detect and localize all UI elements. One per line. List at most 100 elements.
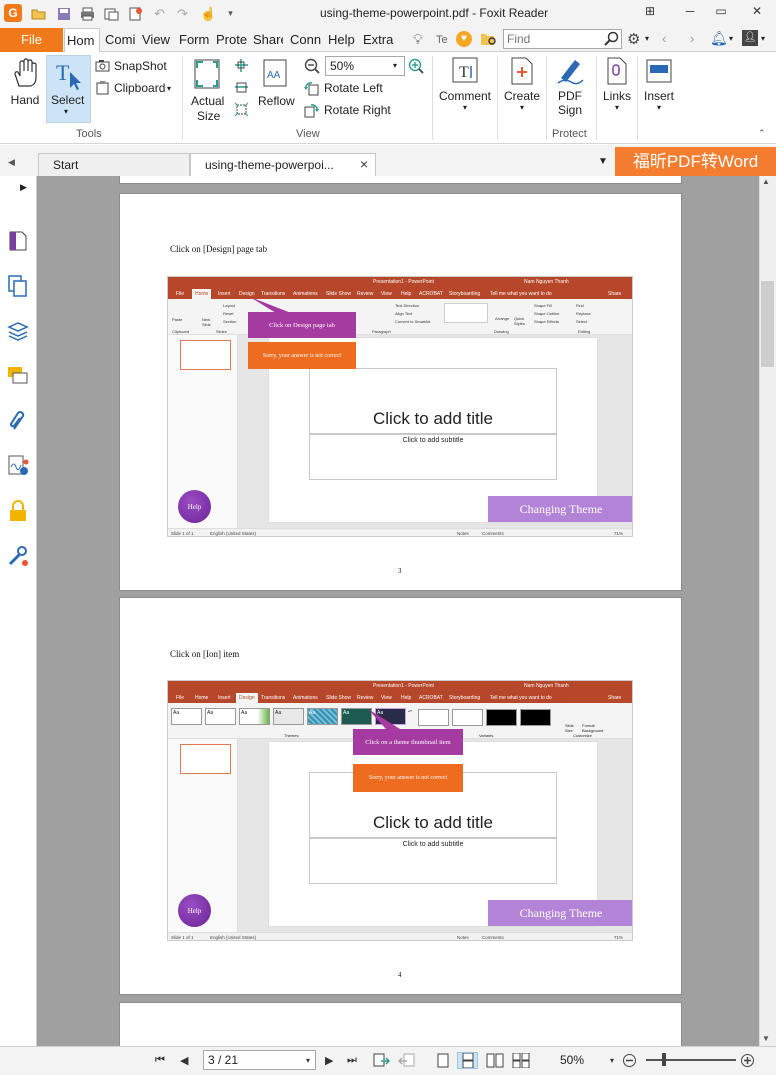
customize-dropdown-icon[interactable]: ▾ (222, 5, 239, 22)
zoom-slider-track[interactable] (646, 1059, 736, 1061)
user-dropdown-icon[interactable]: ▾ (761, 34, 765, 43)
print-icon[interactable] (79, 5, 96, 22)
zoom-in-icon[interactable] (408, 58, 424, 77)
themes-scroll[interactable]: ▴▾ (408, 708, 414, 725)
snapshot-button[interactable]: SnapShot (114, 59, 167, 73)
foxit-logo[interactable]: G (4, 4, 22, 22)
open-icon[interactable] (30, 5, 47, 22)
find-search-icon[interactable] (604, 31, 620, 50)
tab-share[interactable]: Share (253, 28, 283, 52)
previous-view-icon[interactable] (373, 1052, 390, 1069)
tab-connect[interactable]: Conn (290, 28, 322, 52)
pdf-to-word-promo[interactable]: 福昕PDF转Word (615, 147, 776, 176)
rotate-left-icon[interactable] (304, 81, 320, 99)
document-canvas[interactable]: Click on [Design] page tab Presentation1… (37, 176, 759, 1046)
page-dropdown-icon[interactable]: ▾ (306, 1052, 310, 1069)
zoom-dropdown-icon[interactable]: ▾ (393, 61, 397, 70)
nav-back-icon[interactable]: ‹ (662, 31, 666, 46)
comment-button[interactable]: T Comment ▾ (437, 56, 493, 122)
expand-panel-icon[interactable]: ▶ (20, 182, 27, 193)
scroll-thumb[interactable] (761, 281, 774, 367)
rotate-left-button[interactable]: Rotate Left (324, 81, 383, 95)
file-menu-button[interactable]: File (0, 28, 63, 52)
actual-size-icon[interactable] (193, 58, 223, 93)
clipboard-button[interactable]: Clipboard (114, 81, 165, 95)
scroll-up-icon[interactable]: ▲ (762, 177, 770, 186)
tab-protect[interactable]: Prote (216, 28, 247, 52)
settings-dropdown-icon[interactable]: ▾ (645, 34, 649, 43)
tab-extra[interactable]: Extra (363, 28, 395, 52)
facing-view-icon[interactable] (486, 1052, 504, 1069)
search-folder-icon[interactable] (480, 31, 498, 50)
restore-button[interactable]: ▭ (711, 4, 731, 22)
bell-dropdown-icon[interactable]: ▾ (729, 34, 733, 43)
tab-home[interactable]: Hom (64, 28, 100, 52)
signature-panel-icon[interactable] (7, 455, 29, 477)
reflow-icon[interactable]: AA (262, 58, 288, 91)
rotate-right-icon[interactable] (304, 103, 320, 121)
variant-thumbnail-2[interactable] (452, 709, 483, 726)
attachments-panel-icon[interactable] (7, 410, 29, 432)
clipboard-icon[interactable] (95, 81, 110, 98)
next-page-icon[interactable]: ▶ (325, 1052, 333, 1069)
theme-thumbnail-ion-boardroom[interactable]: Aa (307, 708, 338, 725)
tab-view[interactable]: View (142, 28, 172, 52)
comments-panel-icon[interactable] (7, 365, 29, 387)
clipboard-dropdown-icon[interactable]: ▾ (167, 84, 171, 93)
help-button[interactable]: Help (178, 490, 211, 523)
tell-me-field[interactable]: Te (436, 28, 450, 52)
create-button[interactable]: Create ▾ (502, 56, 542, 122)
doc-tab-close-button[interactable]: × (360, 156, 368, 172)
doc-tab-current[interactable]: using-theme-powerpoi... (190, 153, 376, 176)
variant-thumbnail-3[interactable] (486, 709, 517, 726)
next-view-icon[interactable] (398, 1052, 415, 1069)
fit-width-icon[interactable] (234, 80, 249, 98)
collapse-ribbon-icon[interactable]: ⌃ (758, 128, 766, 139)
hand-tool-button[interactable]: Hand (6, 58, 44, 122)
tool-wizard-icon[interactable] (7, 545, 29, 567)
redo-icon[interactable]: ↷ (174, 5, 191, 22)
insert-button[interactable]: Insert ▾ (640, 56, 678, 122)
page-number-field[interactable]: 3 / 21 (203, 1050, 316, 1070)
scroll-down-icon[interactable]: ▼ (762, 1034, 770, 1043)
fit-visible-icon[interactable] (234, 102, 249, 120)
first-page-icon[interactable]: ⏮ (155, 1052, 165, 1069)
lightbulb-icon[interactable]: 💡︎ (413, 31, 423, 48)
grid-icon[interactable]: ⊞ (640, 4, 660, 22)
zoom-level-dropdown-icon[interactable]: ▾ (610, 1052, 614, 1069)
pdf-sign-button[interactable]: PDF Sign (551, 56, 589, 126)
minimize-button[interactable]: ─ (680, 4, 700, 22)
tab-scroll-left-icon[interactable]: ◀ (8, 157, 15, 168)
close-button[interactable]: ✕ (747, 4, 767, 22)
save-icon[interactable] (55, 5, 72, 22)
zoom-out-icon[interactable] (304, 58, 320, 77)
continuous-facing-icon[interactable] (512, 1052, 530, 1069)
previous-page-icon[interactable]: ◀ (180, 1052, 188, 1069)
tab-form[interactable]: Form (179, 28, 210, 52)
theme-thumbnail-office-theme[interactable]: Aa (205, 708, 236, 725)
zoom-level[interactable]: 50% (560, 1053, 584, 1067)
pages-panel-icon[interactable] (7, 275, 29, 297)
zoom-slider-thumb[interactable] (662, 1053, 666, 1066)
theme-thumbnail-office[interactable]: Aa (171, 708, 202, 725)
doc-tab-start[interactable]: Start (38, 153, 190, 176)
theme-thumbnail-facet[interactable]: Aa (239, 708, 270, 725)
security-lock-icon[interactable] (7, 500, 29, 522)
heart-icon[interactable]: ♥ (456, 31, 472, 47)
undo-icon[interactable]: ↶ (151, 5, 168, 22)
variant-thumbnail-4[interactable] (520, 709, 551, 726)
settings-gear-icon[interactable]: ⚙ (627, 30, 640, 48)
rotate-right-button[interactable]: Rotate Right (324, 103, 391, 117)
tab-list-dropdown-icon[interactable]: ▼ (598, 156, 608, 167)
nav-forward-icon[interactable]: › (690, 31, 694, 46)
tab-help[interactable]: Help (328, 28, 358, 52)
help-button[interactable]: Help (178, 894, 211, 927)
layers-panel-icon[interactable] (7, 320, 29, 342)
single-page-view-icon[interactable] (437, 1052, 449, 1069)
theme-thumbnail-integral[interactable]: Aa (273, 708, 304, 725)
variant-thumbnail-1[interactable] (418, 709, 449, 726)
zoom-out-button-icon[interactable] (622, 1052, 637, 1069)
last-page-icon[interactable]: ⏭ (347, 1052, 357, 1069)
stamp-icon[interactable] (127, 5, 144, 22)
bookmark-panel-icon[interactable] (7, 230, 29, 252)
